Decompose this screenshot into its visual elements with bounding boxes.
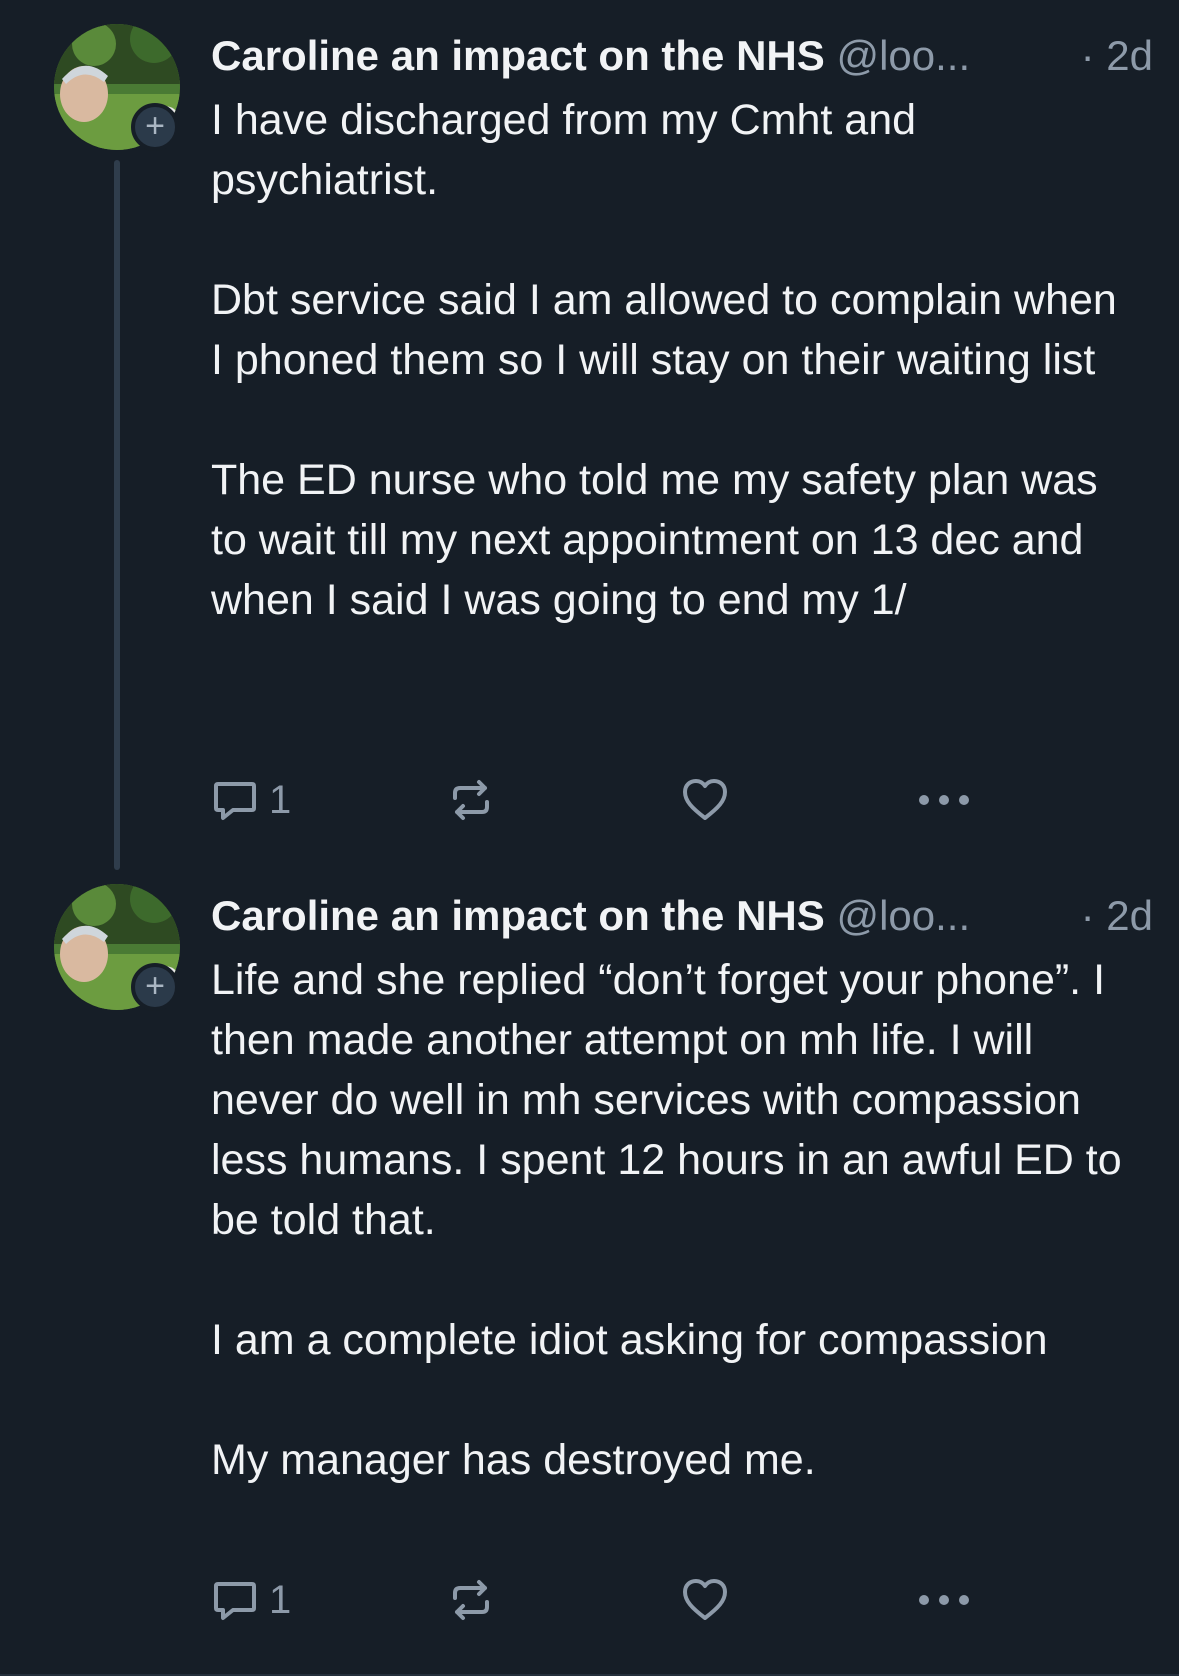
display-name[interactable]: Caroline an impact on the NHS — [211, 32, 825, 79]
post-actions: 1 — [211, 770, 981, 830]
reply-count: 1 — [269, 1577, 292, 1622]
follow-plus-icon[interactable]: + — [131, 963, 179, 1011]
post-2[interactable]: + Caroline an impact on the NHS @loo... … — [0, 860, 1179, 1676]
post-text: I have discharged from my Cmht and psych… — [211, 90, 1131, 630]
repost-button[interactable] — [447, 1570, 495, 1630]
reply-button[interactable]: 1 — [211, 1570, 291, 1630]
heart-outline-icon — [680, 1575, 730, 1625]
reply-count: 1 — [269, 777, 292, 822]
reply-button[interactable]: 1 — [211, 770, 291, 830]
repost-arrows-icon — [447, 776, 495, 824]
ellipsis-icon — [917, 790, 971, 810]
post-1[interactable]: + Caroline an impact on the NHS @loo... … — [0, 0, 1179, 870]
post-paragraph: Life and she replied “don’t forget your … — [211, 956, 1122, 1244]
handle[interactable]: @loo... — [836, 892, 970, 939]
post-paragraph: I am a complete idiot asking for compass… — [211, 1316, 1048, 1364]
ellipsis-icon — [917, 1590, 971, 1610]
display-name[interactable]: Caroline an impact on the NHS — [211, 892, 825, 939]
more-options-button[interactable] — [917, 1570, 971, 1630]
handle[interactable]: @loo... — [836, 32, 970, 79]
post-actions: 1 — [211, 1570, 981, 1630]
speech-bubble-icon — [211, 1576, 259, 1624]
follow-plus-icon[interactable]: + — [131, 103, 179, 151]
heart-outline-icon — [680, 775, 730, 825]
timestamp[interactable]: · 2d — [1070, 26, 1153, 86]
like-button[interactable] — [680, 1570, 730, 1630]
like-button[interactable] — [680, 770, 730, 830]
post-paragraph: I have discharged from my Cmht and psych… — [211, 96, 917, 204]
post-header: Caroline an impact on the NHS @loo... · … — [211, 886, 1153, 946]
post-header: Caroline an impact on the NHS @loo... · … — [211, 26, 1153, 86]
post-paragraph: My manager has destroyed me. — [211, 1436, 816, 1484]
repost-arrows-icon — [447, 1576, 495, 1624]
thread-connector — [114, 160, 120, 870]
more-options-button[interactable] — [917, 770, 971, 830]
timestamp[interactable]: · 2d — [1070, 886, 1153, 946]
repost-button[interactable] — [447, 770, 495, 830]
post-paragraph: Dbt service said I am allowed to complai… — [211, 276, 1117, 384]
speech-bubble-icon — [211, 776, 259, 824]
post-text: Life and she replied “don’t forget your … — [211, 950, 1131, 1490]
post-paragraph: The ED nurse who told me my safety plan … — [211, 456, 1098, 624]
